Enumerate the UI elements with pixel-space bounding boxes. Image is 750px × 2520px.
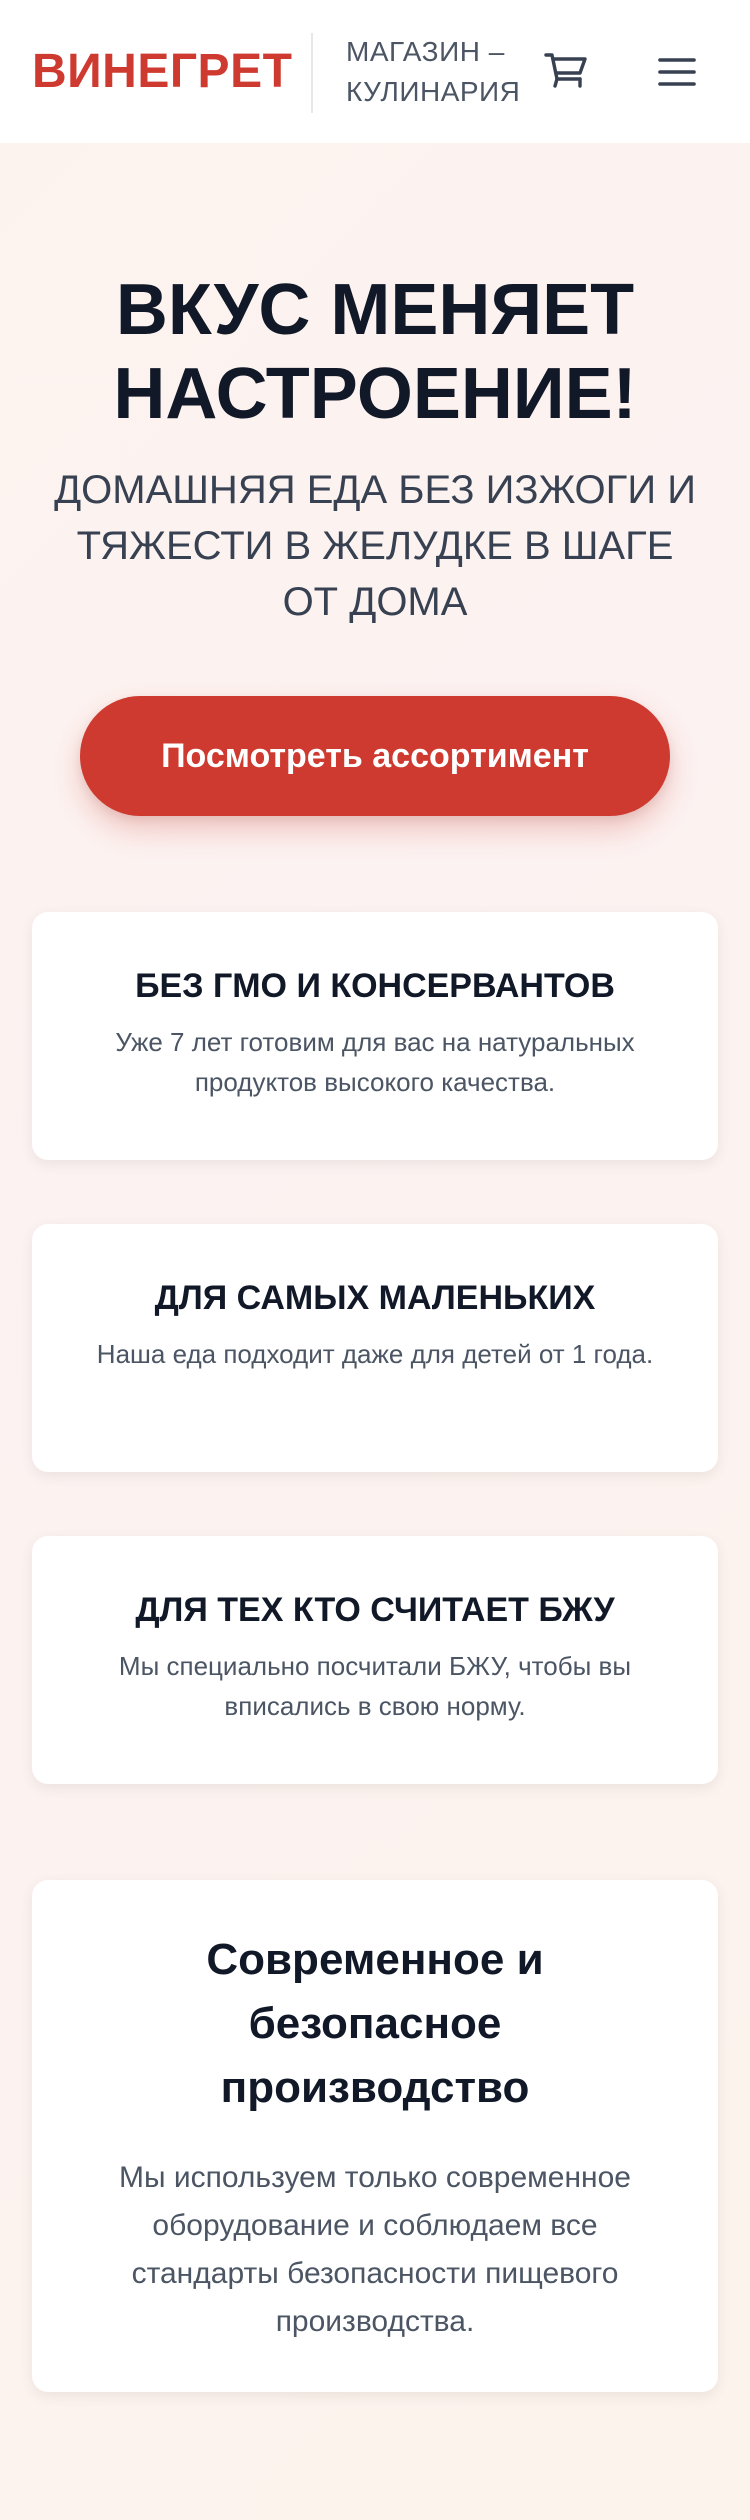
feature-card-kids: ДЛЯ САМЫХ МАЛЕНЬКИХ Наша еда подходит да… bbox=[32, 1224, 718, 1472]
feature-card-no-gmo: БЕЗ ГМО И КОНСЕРВАНТОВ Уже 7 лет готовим… bbox=[32, 912, 718, 1160]
feature-title: БЕЗ ГМО И КОНСЕРВАНТОВ bbox=[135, 967, 615, 1005]
production-text: Мы используем только современное оборудо… bbox=[119, 2161, 631, 2338]
hero-title: ВКУС МЕНЯЕТ НАСТРОЕНИЕ! bbox=[0, 268, 750, 436]
feature-card-bju: ДЛЯ ТЕХ КТО СЧИТАЕТ БЖУ Мы специально по… bbox=[32, 1536, 718, 1784]
feature-title: ДЛЯ САМЫХ МАЛЕНЬКИХ bbox=[154, 1279, 596, 1317]
production-title: Современное и безопасное производство bbox=[206, 1935, 544, 2112]
site-header: ВИНЕГРЕТ МАГАЗИН – КУЛИНАРИЯ bbox=[0, 0, 750, 143]
hamburger-menu-icon[interactable] bbox=[656, 54, 698, 90]
view-assortment-button[interactable]: Посмотреть ассортимент bbox=[80, 696, 670, 816]
feature-title: ДЛЯ ТЕХ КТО СЧИТАЕТ БЖУ bbox=[135, 1591, 615, 1629]
hero-title-line-2: НАСТРОЕНИЕ! bbox=[113, 354, 637, 434]
tagline: МАГАЗИН – КУЛИНАРИЯ bbox=[346, 32, 526, 112]
cart-icon[interactable] bbox=[543, 49, 589, 95]
hero-title-line-1: ВКУС МЕНЯЕТ bbox=[115, 270, 635, 350]
tagline-line-1: МАГАЗИН – bbox=[346, 36, 505, 67]
tagline-line-2: КУЛИНАРИЯ bbox=[346, 76, 521, 107]
hero-subtitle: ДОМАШНЯЯ ЕДА БЕЗ ИЗЖОГИ И ТЯЖЕСТИ В ЖЕЛУ… bbox=[54, 468, 696, 624]
feature-text: Мы специально посчитали БЖУ, чтобы вы вп… bbox=[118, 1651, 632, 1721]
logo[interactable]: ВИНЕГРЕТ bbox=[32, 44, 292, 100]
production-card: Современное и безопасное производство Мы… bbox=[32, 1880, 718, 2392]
feature-text: Наша еда подходит даже для детей от 1 го… bbox=[96, 1339, 654, 1369]
header-divider bbox=[311, 33, 313, 113]
feature-text: Уже 7 лет готовим для вас на натуральных… bbox=[115, 1027, 635, 1097]
